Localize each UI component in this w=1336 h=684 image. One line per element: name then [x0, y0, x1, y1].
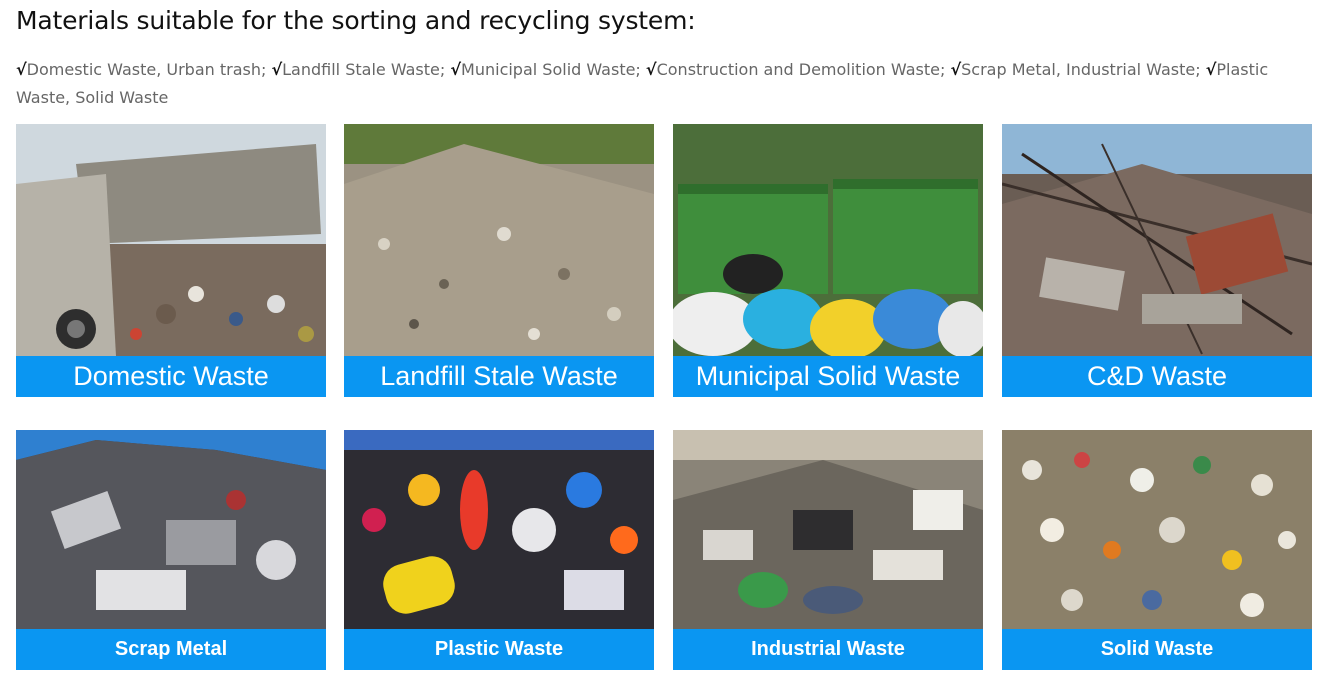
material-item: √Scrap Metal, Industrial Waste; — [950, 60, 1201, 79]
scrap-metal-photo — [16, 430, 326, 629]
material-item: √Domestic Waste, Urban trash; — [16, 60, 267, 79]
card-solid-waste[interactable]: Solid Waste — [1002, 430, 1312, 670]
card-label: Solid Waste — [1002, 629, 1312, 670]
material-item: √Landfill Stale Waste; — [271, 60, 446, 79]
page-title: Materials suitable for the sorting and r… — [16, 6, 696, 35]
cd-waste-photo — [1002, 124, 1312, 356]
check-mark-icon: √ — [645, 60, 657, 79]
card-cd-waste[interactable]: C&D Waste — [1002, 124, 1312, 397]
check-mark-icon: √ — [950, 60, 962, 79]
card-label: Plastic Waste — [344, 629, 654, 670]
check-mark-icon: √ — [271, 60, 283, 79]
card-landfill-stale-waste[interactable]: Landfill Stale Waste — [344, 124, 654, 397]
industrial-waste-photo — [673, 430, 983, 629]
card-label: C&D Waste — [1002, 356, 1312, 397]
solid-waste-photo — [1002, 430, 1312, 629]
card-label: Scrap Metal — [16, 629, 326, 670]
check-mark-icon: √ — [16, 60, 27, 79]
card-municipal-solid-waste[interactable]: Municipal Solid Waste — [673, 124, 983, 397]
plastic-waste-photo — [344, 430, 654, 629]
card-label: Landfill Stale Waste — [344, 356, 654, 397]
card-label: Domestic Waste — [16, 356, 326, 397]
card-plastic-waste[interactable]: Plastic Waste — [344, 430, 654, 670]
card-industrial-waste[interactable]: Industrial Waste — [673, 430, 983, 670]
material-item: √Municipal Solid Waste; — [450, 60, 641, 79]
card-scrap-metal[interactable]: Scrap Metal — [16, 430, 326, 670]
check-mark-icon: √ — [450, 60, 462, 79]
material-item: √Construction and Demolition Waste; — [645, 60, 946, 79]
municipal-waste-photo — [673, 124, 983, 356]
check-mark-icon: √ — [1205, 60, 1217, 79]
card-label: Industrial Waste — [673, 629, 983, 670]
materials-list: √Domestic Waste, Urban trash; √Landfill … — [16, 56, 1316, 112]
landfill-waste-photo — [344, 124, 654, 356]
domestic-waste-photo — [16, 124, 326, 356]
card-domestic-waste[interactable]: Domestic Waste — [16, 124, 326, 397]
card-label: Municipal Solid Waste — [673, 356, 983, 397]
